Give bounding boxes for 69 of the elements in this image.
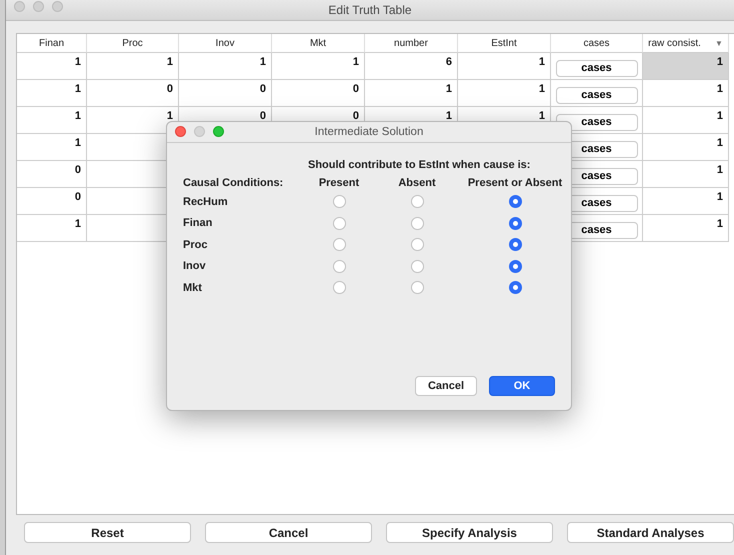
radio-button[interactable]	[332, 238, 346, 252]
table-cell: 1	[643, 134, 729, 161]
column-header[interactable]: number	[394, 38, 428, 48]
radio-button[interactable]	[410, 281, 424, 294]
table-cell: 0	[17, 188, 87, 215]
column-header[interactable]: raw consist.	[648, 38, 701, 48]
table-cell: 0	[179, 80, 272, 107]
radio-button[interactable]	[332, 195, 346, 208]
cases-button[interactable]: cases	[556, 60, 638, 76]
sort-indicator[interactable]: ▼	[714, 38, 723, 48]
condition-label: Finan	[183, 216, 214, 232]
condition-label: Inov	[183, 259, 207, 274]
table-cell: 1	[272, 53, 365, 80]
table-cell: 1	[643, 53, 729, 80]
column-header[interactable]: Inov	[216, 38, 234, 48]
table-cell: 1	[365, 80, 458, 107]
table-cell: 1	[643, 215, 729, 242]
radio-button[interactable]	[332, 281, 346, 294]
table-cell: 1	[17, 80, 87, 107]
table-cell: 6	[365, 53, 458, 80]
table-cell: 1	[643, 188, 729, 215]
table-cell: 0	[272, 80, 365, 107]
window-controls-icon[interactable]	[175, 126, 224, 137]
radio-button[interactable]	[508, 260, 522, 273]
radio-button[interactable]	[508, 195, 522, 208]
table-cell: 1	[458, 53, 551, 80]
table-cell: 1	[643, 80, 729, 107]
dialog-button[interactable]: Cancel	[205, 522, 372, 543]
radio-button[interactable]	[410, 216, 424, 230]
column-header[interactable]: cases	[583, 38, 610, 48]
window-title: Edit Truth Table	[328, 3, 412, 19]
table-cell: 1	[87, 53, 179, 80]
column-header: Causal Conditions:	[183, 177, 284, 189]
column-header[interactable]: Proc	[122, 38, 143, 48]
cancel-button[interactable]: Cancel	[415, 376, 477, 396]
radio-button[interactable]	[410, 195, 424, 208]
condition-label: RecHum	[183, 194, 229, 210]
table-cell: 1	[17, 53, 87, 80]
table-cell: 1	[17, 215, 87, 242]
radio-button[interactable]	[332, 216, 346, 230]
window-controls-icon[interactable]	[14, 1, 63, 12]
radio-button[interactable]	[332, 260, 346, 273]
column-header: Absent	[398, 177, 436, 189]
cases-button[interactable]: cases	[556, 86, 638, 104]
table-cell: 0	[87, 80, 179, 107]
dialog-button[interactable]: Specify Analysis	[386, 522, 553, 543]
column-header: Present	[318, 177, 360, 189]
table-cell: 1	[17, 134, 87, 161]
dialog-button[interactable]: Standard Analyses	[567, 522, 734, 543]
table-cell: 0	[17, 161, 87, 188]
instruction-text: Should contribute to EstInt when cause is:	[308, 159, 532, 171]
table-cell: 1	[179, 53, 272, 80]
column-header[interactable]: Finan	[38, 38, 64, 48]
condition-label: Proc	[183, 238, 208, 253]
radio-button[interactable]	[508, 281, 522, 294]
dialog-button[interactable]: Reset	[24, 522, 191, 543]
radio-button[interactable]	[508, 238, 522, 252]
radio-button[interactable]	[410, 260, 424, 273]
radio-button[interactable]	[508, 216, 522, 230]
table-cell: 1	[643, 161, 729, 188]
column-header[interactable]: Mkt	[310, 38, 326, 48]
condition-label: Mkt	[183, 280, 203, 296]
ok-button[interactable]: OK	[489, 376, 555, 396]
column-header[interactable]: EstInt	[491, 38, 517, 48]
table-cell: 1	[17, 107, 87, 134]
table-cell: 1	[458, 80, 551, 107]
cases-button[interactable]: cases	[556, 114, 638, 130]
table-cell: 1	[643, 107, 729, 134]
radio-button[interactable]	[410, 238, 424, 252]
